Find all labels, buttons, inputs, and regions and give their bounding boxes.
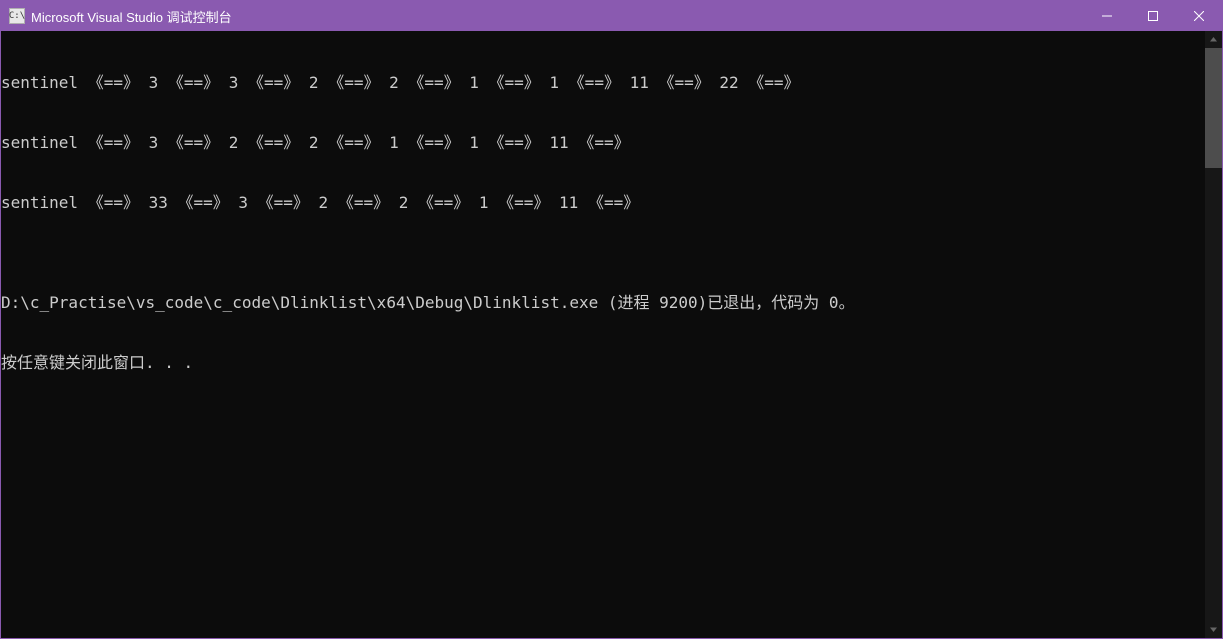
maximize-button[interactable] bbox=[1130, 1, 1176, 31]
scroll-down-button[interactable] bbox=[1205, 621, 1222, 638]
console-output[interactable]: sentinel 《==》 3 《==》 3 《==》 2 《==》 2 《==… bbox=[1, 31, 1205, 638]
app-icon-text: C:\ bbox=[9, 11, 25, 21]
console-line: sentinel 《==》 33 《==》 3 《==》 2 《==》 2 《=… bbox=[1, 193, 1205, 213]
minimize-icon bbox=[1102, 11, 1112, 21]
console-line: sentinel 《==》 3 《==》 2 《==》 2 《==》 1 《==… bbox=[1, 133, 1205, 153]
console-area: sentinel 《==》 3 《==》 3 《==》 2 《==》 2 《==… bbox=[1, 31, 1222, 638]
console-line: 按任意键关闭此窗口. . . bbox=[1, 353, 1205, 373]
console-line: sentinel 《==》 3 《==》 3 《==》 2 《==》 2 《==… bbox=[1, 73, 1205, 93]
app-icon: C:\ bbox=[9, 8, 25, 24]
window-controls bbox=[1084, 1, 1222, 31]
vertical-scrollbar[interactable] bbox=[1205, 31, 1222, 638]
titlebar[interactable]: C:\ Microsoft Visual Studio 调试控制台 bbox=[1, 1, 1222, 31]
scroll-thumb[interactable] bbox=[1205, 48, 1222, 168]
scroll-up-button[interactable] bbox=[1205, 31, 1222, 48]
console-window: C:\ Microsoft Visual Studio 调试控制台 bbox=[0, 0, 1223, 639]
chevron-up-icon bbox=[1210, 36, 1217, 43]
maximize-icon bbox=[1148, 11, 1158, 21]
minimize-button[interactable] bbox=[1084, 1, 1130, 31]
close-button[interactable] bbox=[1176, 1, 1222, 31]
window-title: Microsoft Visual Studio 调试控制台 bbox=[31, 7, 232, 26]
chevron-down-icon bbox=[1210, 626, 1217, 633]
close-icon bbox=[1194, 11, 1204, 21]
scroll-track[interactable] bbox=[1205, 48, 1222, 621]
console-line: D:\c_Practise\vs_code\c_code\Dlinklist\x… bbox=[1, 293, 1205, 313]
